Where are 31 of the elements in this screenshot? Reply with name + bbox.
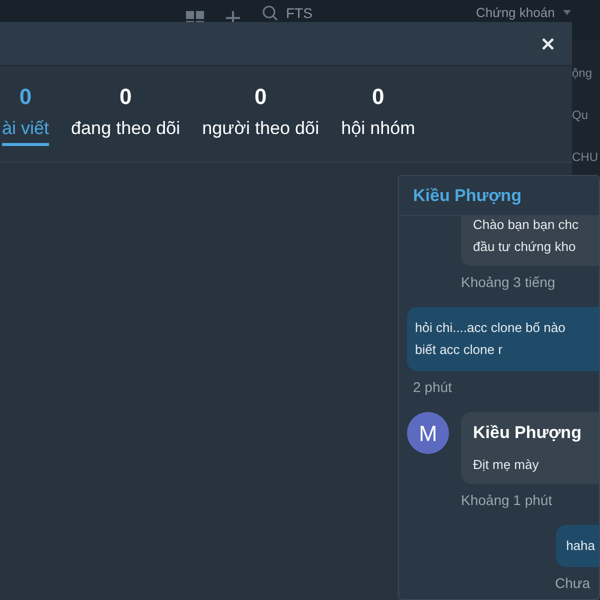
stat-label: người theo dõi xyxy=(202,117,320,140)
avatar: M xyxy=(407,412,449,454)
stat-count: 0 xyxy=(372,84,384,110)
stat-count: 0 xyxy=(254,84,267,110)
message-time: Khoảng 1 phút xyxy=(460,490,552,510)
stat-label: đang theo dõi xyxy=(71,117,180,140)
message-text: Địt mẹ mày xyxy=(473,456,540,474)
message-text: Chào bạn bạn chc đầu tư chứng kho xyxy=(473,216,580,256)
stat-count: 0 xyxy=(119,84,132,110)
stat-tab[interactable]: 0 ài viết xyxy=(2,84,50,146)
side-label: Qu xyxy=(572,107,590,124)
message-text: haha xyxy=(566,536,595,554)
stat-tab[interactable]: 0 người theo dõi xyxy=(202,84,320,146)
search-text: FTS xyxy=(286,4,312,22)
stat-tab[interactable]: 0 hội nhóm xyxy=(341,84,416,146)
market-dropdown[interactable]: Chứng khoán xyxy=(476,3,571,22)
sender-name: Kiều Phượng xyxy=(473,422,582,444)
search-field[interactable]: FTS xyxy=(258,0,458,26)
stat-label: ài viết xyxy=(2,116,50,146)
chat-title: Kiều Phượng xyxy=(413,184,522,207)
side-label: ộng xyxy=(572,65,594,82)
caret-icon xyxy=(562,10,571,16)
message-time: Chưa xyxy=(554,574,590,592)
stat-label: hội nhóm xyxy=(341,117,416,140)
search-icon xyxy=(262,5,278,21)
message-text: hỏi chi....acc clone bố nào biết acc clone r xyxy=(415,319,566,359)
stat-tab[interactable]: 0 đang theo dõi xyxy=(71,84,180,146)
message-time: Khoảng 3 tiếng xyxy=(460,273,556,292)
side-label: CHU xyxy=(572,149,599,166)
message-time: 2 phút xyxy=(412,378,452,397)
stat-count: 0 xyxy=(19,84,32,110)
